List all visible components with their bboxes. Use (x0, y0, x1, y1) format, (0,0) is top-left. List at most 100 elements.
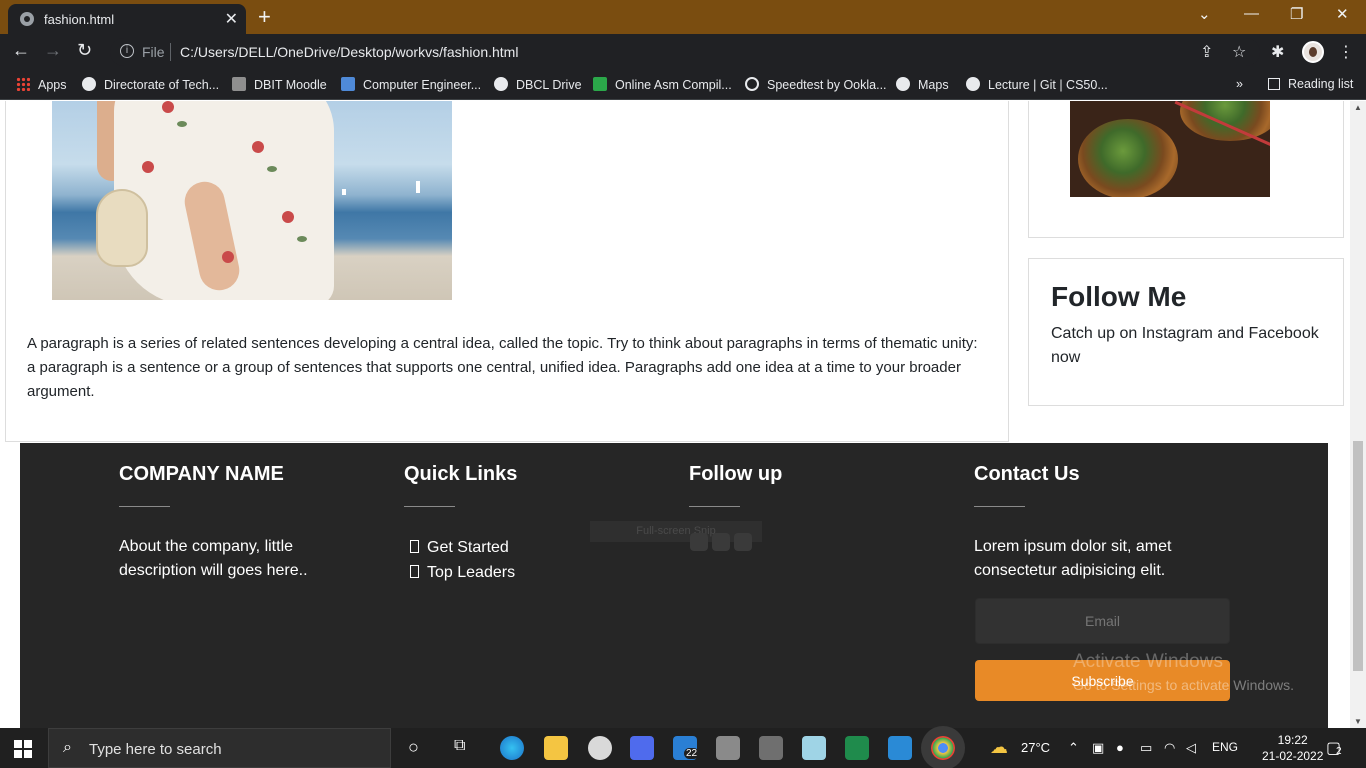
food-photo (1070, 101, 1270, 197)
bookmark-dbit-moodle[interactable]: DBIT Moodle (232, 77, 327, 92)
battery-icon[interactable]: ▭ (1140, 740, 1152, 756)
bookmark-label: Online Asm Compil... (615, 78, 732, 92)
volume-icon[interactable]: ◁ (1186, 740, 1196, 756)
taskbar-clock[interactable]: 19:22 21-02-2022 (1262, 732, 1323, 764)
scrollbar-thumb[interactable] (1353, 441, 1363, 671)
windows-start-icon[interactable] (14, 740, 32, 758)
bookmark-lecture-git[interactable]: Lecture | Git | CS50... (966, 77, 1108, 92)
photo-leaf (267, 166, 277, 172)
windows-taskbar: ⌕ Type here to search ○ ⧉ 22 ☁ 27°C ⌃ ▣ … (0, 728, 1366, 768)
forward-arrow-icon[interactable]: → (44, 40, 62, 61)
browser-toolbar: ← → ↻ i File C:/Users/DELL/OneDrive/Desk… (0, 34, 1366, 70)
code-icon (593, 77, 607, 91)
photo-bowl (1078, 119, 1178, 197)
reading-list-icon (1268, 78, 1280, 90)
bookmark-maps[interactable]: Maps (896, 77, 949, 92)
file-explorer-icon[interactable] (544, 736, 568, 760)
calculator-icon[interactable] (759, 736, 783, 760)
show-hidden-icons[interactable]: ⌃ (1068, 740, 1079, 756)
tab-search-icon[interactable]: ⌄ (1198, 5, 1211, 23)
paint-icon[interactable] (588, 736, 612, 760)
reload-icon[interactable]: ↻ (77, 40, 92, 61)
close-window-button[interactable]: ✕ (1336, 5, 1349, 23)
weather-temp[interactable]: 27°C (1021, 740, 1050, 755)
meet-now-icon[interactable]: ▣ (1092, 740, 1104, 756)
sidebar-food-card (1028, 101, 1344, 238)
follow-me-card: Follow Me Catch up on Instagram and Face… (1028, 258, 1344, 406)
mail-badge: 22 (684, 748, 700, 759)
sticky-notes-icon[interactable] (802, 736, 826, 760)
browser-tab[interactable]: fashion.html ✕ (8, 4, 246, 34)
bookmark-label: Maps (918, 78, 949, 92)
footer-company-column: COMPANY NAME About the company, little d… (119, 463, 349, 583)
info-icon[interactable]: i (120, 44, 134, 58)
bookmark-dbcl-drive[interactable]: DBCL Drive (494, 77, 582, 92)
start-pane (24, 740, 32, 748)
missing-glyph-icon (410, 540, 419, 553)
blog-post-card: A paragraph is a series of related sente… (5, 101, 1009, 442)
camera-icon[interactable] (716, 736, 740, 760)
globe-icon (20, 12, 34, 26)
footer-company-heading: COMPANY NAME (119, 463, 284, 485)
bookmarks-bar: Apps Directorate of Tech... DBIT Moodle … (0, 70, 1366, 100)
photo-flower (162, 101, 174, 113)
restore-button[interactable]: ❐ (1290, 5, 1303, 23)
chrome-icon[interactable] (931, 736, 955, 760)
clock-date: 21-02-2022 (1262, 749, 1324, 763)
footer-contact-column: Contact Us Lorem ipsum dolor sit, amet c… (974, 463, 1230, 583)
bookmark-label: DBCL Drive (516, 78, 582, 92)
bookmark-label: Speedtest by Ookla... (767, 78, 887, 92)
post-paragraph: A paragraph is a series of related sente… (27, 335, 978, 400)
minimize-button[interactable]: — (1244, 5, 1259, 22)
page-viewport: A paragraph is a series of related sente… (0, 101, 1350, 728)
quick-link-label: Top Leaders (427, 564, 516, 581)
snip-mode-button[interactable] (734, 533, 752, 551)
tab-title: fashion.html (44, 12, 115, 27)
start-pane (24, 750, 32, 758)
cortana-icon[interactable]: ○ (408, 737, 419, 758)
email-field[interactable] (975, 598, 1230, 644)
extensions-icon[interactable]: ✱ (1271, 42, 1284, 62)
more-bookmarks-button[interactable]: » (1236, 77, 1243, 91)
bookmark-star-icon[interactable]: ☆ (1232, 42, 1246, 62)
vscode-icon[interactable] (888, 736, 912, 760)
address-divider (170, 43, 171, 61)
close-tab-icon[interactable]: ✕ (225, 9, 238, 29)
store-icon[interactable] (630, 736, 654, 760)
bookmark-online-asm[interactable]: Online Asm Compil... (593, 77, 732, 92)
quick-link-top-leaders[interactable]: Top Leaders (404, 560, 634, 585)
scroll-down-icon[interactable]: ▼ (1354, 717, 1362, 726)
footer-company-text: About the company, little description wi… (119, 538, 308, 579)
excel-icon[interactable] (845, 736, 869, 760)
menu-kebab-icon[interactable]: ⋮ (1338, 42, 1354, 62)
heading-underline (404, 506, 455, 507)
photo-leaf (177, 121, 187, 127)
search-icon: ⌕ (63, 739, 72, 756)
task-view-icon[interactable]: ⧉ (454, 737, 465, 755)
scroll-up-icon[interactable]: ▲ (1354, 103, 1362, 112)
reading-list-button[interactable]: Reading list (1268, 77, 1353, 91)
address-scheme-label: File (142, 44, 165, 60)
bookmark-apps[interactable]: Apps (16, 77, 67, 92)
page-scrollbar[interactable]: ▲ ▼ (1350, 101, 1366, 728)
new-tab-button[interactable]: + (258, 4, 271, 30)
gauge-icon (745, 77, 759, 91)
wifi-icon[interactable]: ◠ (1164, 740, 1175, 756)
bookmark-directorate[interactable]: Directorate of Tech... (82, 77, 219, 92)
heading-underline (689, 506, 740, 507)
footer-contact-text: Lorem ipsum dolor sit, amet consectetur … (974, 538, 1172, 579)
edge-icon[interactable] (500, 736, 524, 760)
address-bar[interactable]: i File C:/Users/DELL/OneDrive/Desktop/wo… (110, 38, 1260, 66)
back-arrow-icon[interactable]: ← (12, 40, 30, 61)
url-text[interactable]: C:/Users/DELL/OneDrive/Desktop/workvs/fa… (180, 44, 518, 60)
snip-mode-button[interactable] (712, 533, 730, 551)
profile-avatar[interactable] (1302, 41, 1324, 63)
bookmark-speedtest[interactable]: Speedtest by Ookla... (745, 77, 887, 92)
weather-icon[interactable]: ☁ (990, 737, 1008, 758)
language-indicator[interactable]: ENG (1212, 740, 1238, 754)
snip-mode-button[interactable] (690, 533, 708, 551)
taskbar-search-box[interactable]: ⌕ Type here to search (48, 728, 391, 768)
share-icon[interactable]: ⇪ (1200, 42, 1213, 62)
mic-muted-icon[interactable]: ● (1116, 740, 1124, 755)
bookmark-computer-engineer[interactable]: Computer Engineer... (341, 77, 481, 92)
